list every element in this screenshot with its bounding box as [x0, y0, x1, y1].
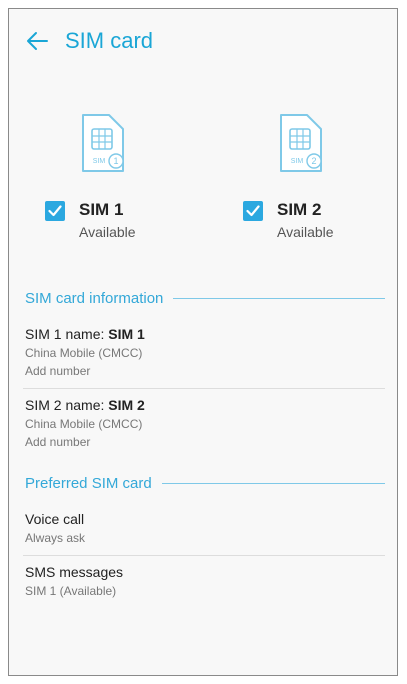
section-header-sim-info: SIM card information [9, 278, 397, 318]
sim-1-label: SIM 1 [79, 200, 124, 219]
sms-messages-value: SIM 1 (Available) [25, 584, 117, 598]
sim-1-name-value: SIM 1 [108, 326, 145, 342]
sim-2-name-prefix: SIM 2 name: [25, 397, 109, 413]
sim-card-1-icon: SIM 1 [79, 113, 127, 175]
sim-1-carrier: China Mobile (CMCC) [25, 346, 143, 360]
sim-2-checkbox[interactable] [243, 201, 263, 221]
section-header-preferred: Preferred SIM card [9, 463, 397, 503]
sim-1-name-prefix: SIM 1 name: [25, 326, 109, 342]
voice-call-title: Voice call [25, 511, 85, 527]
sim-slot-1: SIM 1 SIM 1 Available [45, 113, 205, 240]
sim-slots: SIM 1 SIM 1 Available SIM 2 SIM 2 Availa… [9, 73, 397, 278]
list-item-sim-1-info[interactable]: SIM 1 name: SIM 1 China Mobile (CMCC) Ad… [9, 318, 397, 378]
sim-badge-number: 2 [311, 156, 316, 166]
sim-1-status: Available [79, 224, 136, 240]
list-item-sms-messages[interactable]: SMS messages SIM 1 (Available) [9, 556, 397, 598]
sim-2-add-number[interactable]: Add number [25, 435, 381, 449]
section-title: Preferred SIM card [25, 474, 152, 492]
sim-2-toggle[interactable]: SIM 2 Available [243, 199, 397, 240]
sim-2-label: SIM 2 [277, 200, 322, 219]
app-bar: SIM card [9, 9, 397, 73]
sim-2-carrier: China Mobile (CMCC) [25, 417, 143, 431]
sim-1-add-number[interactable]: Add number [25, 364, 381, 378]
list-item-voice-call[interactable]: Voice call Always ask [9, 503, 397, 545]
sim-1-toggle[interactable]: SIM 1 Available [45, 199, 205, 240]
sim-badge-number: 1 [113, 156, 118, 166]
sim-2-status: Available [277, 224, 334, 240]
sim-slot-2: SIM 2 SIM 2 Available [243, 113, 397, 240]
phone-screen: SIM card SIM 1 SIM 1 Available SIM 2 SIM… [8, 8, 398, 676]
sim-2-name-value: SIM 2 [108, 397, 145, 413]
voice-call-value: Always ask [25, 531, 86, 545]
sim-1-checkbox[interactable] [45, 201, 65, 221]
section-divider-line [161, 482, 385, 484]
arrow-left-icon[interactable] [23, 27, 51, 55]
list-item-sim-2-info[interactable]: SIM 2 name: SIM 2 China Mobile (CMCC) Ad… [9, 389, 397, 449]
sim-badge-label: SIM [291, 158, 304, 165]
sim-card-2-icon: SIM 2 [277, 113, 325, 175]
sim-badge-label: SIM [93, 158, 106, 165]
section-title: SIM card information [25, 289, 164, 307]
page-title: SIM card [65, 28, 154, 53]
sms-messages-title: SMS messages [25, 564, 124, 580]
section-divider-line [173, 297, 385, 299]
